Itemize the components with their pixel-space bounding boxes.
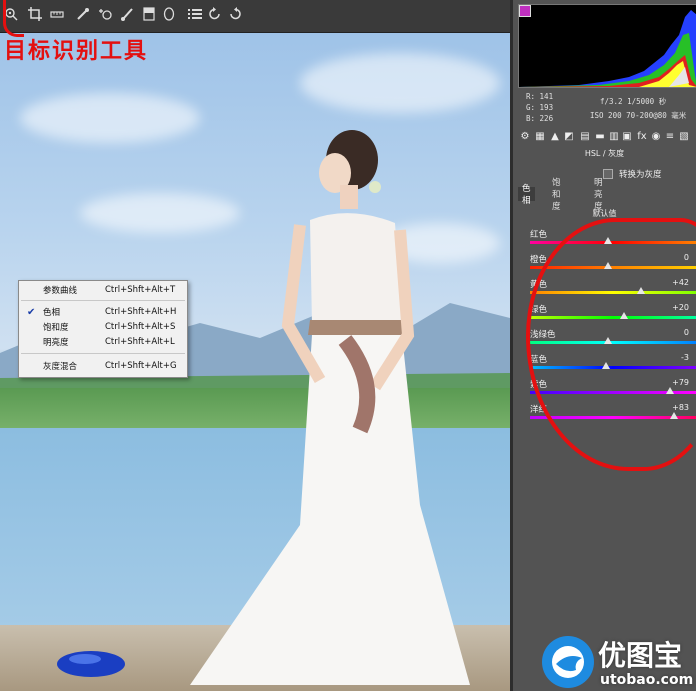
menu-item-luminance[interactable]: 明亮度 Ctrl+Shft+Alt+L [19, 335, 187, 349]
checkbox-label: 转换为灰度 [619, 170, 662, 180]
presets-icon[interactable]: ≡ [664, 130, 676, 142]
aperture-icon[interactable]: ⚙ [519, 130, 531, 142]
radial-filter-icon[interactable] [160, 5, 178, 23]
convert-grayscale-checkbox[interactable]: 转换为灰度 [603, 168, 662, 180]
split-toning-icon[interactable]: ▬ [594, 130, 606, 142]
readout-b: B: 226 [526, 114, 554, 123]
watermark-logo: 优图宝 utobao.com [540, 634, 696, 691]
check-icon: ✔ [27, 306, 36, 318]
histogram [518, 4, 696, 88]
toolbar [0, 0, 510, 33]
tab-saturation[interactable]: 饱和度 [548, 178, 565, 212]
readout-r: R: 141 [526, 92, 554, 101]
histogram-graph [519, 10, 696, 87]
menu-item-grayscale-mix[interactable]: 灰度混合 Ctrl+Shft+Alt+G [19, 359, 187, 373]
menu-item-shortcut: Ctrl+Shft+Alt+G [105, 361, 177, 371]
camera-icon[interactable]: ◉ [650, 130, 662, 142]
mountain-icon[interactable]: ▲ [549, 130, 561, 142]
menu-item-shortcut: Ctrl+Shft+Alt+L [105, 337, 175, 347]
menu-item-hue[interactable]: ✔ 色相 Ctrl+Shft+Alt+H [19, 305, 187, 319]
menu-separator [21, 300, 185, 301]
watermark-brand: 优图宝 [598, 639, 683, 672]
annotation-marker [3, 0, 24, 37]
menu-item-label: 色相 [43, 308, 61, 318]
blue-toy [57, 651, 125, 677]
rotate-cw-icon[interactable] [226, 5, 244, 23]
clipping-warning-icon[interactable] [519, 5, 531, 17]
hsl-icon[interactable]: ▤ [579, 130, 591, 142]
tab-luminance[interactable]: 明亮度 [590, 178, 607, 212]
list-icon[interactable] [186, 5, 204, 23]
menu-item-parametric-curve[interactable]: 参数曲线 Ctrl+Shft+Alt+T [19, 283, 187, 297]
tone-curve-icon[interactable]: ◩ [563, 130, 575, 142]
annotation-title: 目标识别工具 [4, 39, 149, 64]
red-eye-icon[interactable] [96, 5, 114, 23]
menu-item-label: 明亮度 [43, 338, 69, 348]
lens-info: ISO 200 70-200@80 毫米 [590, 111, 687, 120]
lens-corrections-icon[interactable]: ▣ [621, 130, 633, 142]
slider-label-red: 红色 [530, 230, 548, 240]
rotate-ccw-icon[interactable] [206, 5, 224, 23]
menu-item-shortcut: Ctrl+Shft+Alt+T [105, 285, 176, 295]
brush-icon[interactable] [118, 5, 136, 23]
menu-item-label: 参数曲线 [43, 286, 78, 296]
context-menu: 参数曲线 Ctrl+Shft+Alt+T ✔ 色相 Ctrl+Shft+Alt+… [18, 280, 188, 378]
straighten-icon[interactable] [48, 5, 66, 23]
graduated-filter-icon[interactable] [140, 5, 158, 23]
pixel-readout: R: 141 G: 193 B: 226 f/3.2 1/5000 秒 ISO … [518, 90, 696, 126]
spot-removal-icon[interactable] [74, 5, 92, 23]
readout-g: G: 193 [526, 103, 554, 112]
bird-icon [542, 636, 594, 688]
tab-hue[interactable]: 色相 [518, 184, 535, 206]
detail-icon[interactable]: ▥ [608, 130, 620, 142]
grid-icon[interactable]: ▦ [534, 130, 546, 142]
exposure-info: f/3.2 1/5000 秒 [600, 97, 667, 106]
menu-item-label: 灰度混合 [43, 362, 78, 372]
menu-item-label: 饱和度 [43, 323, 69, 333]
watermark-url: utobao.com [600, 672, 694, 688]
crop-icon[interactable] [26, 5, 44, 23]
section-title: HSL / 灰度 [584, 149, 625, 158]
menu-separator [21, 353, 185, 354]
menu-item-shortcut: Ctrl+Shft+Alt+H [105, 307, 177, 317]
panel-tab-icons: ⚙ ▦ ▲ ◩ ▤ ▬ ▥ ▣ fx ◉ ≡ ▧ [513, 128, 696, 144]
menu-item-saturation[interactable]: 饱和度 Ctrl+Shft+Alt+S [19, 320, 187, 334]
menu-item-shortcut: Ctrl+Shft+Alt+S [105, 322, 176, 332]
checkbox-box[interactable] [603, 169, 613, 179]
fx-icon[interactable]: fx [636, 130, 648, 142]
snapshots-icon[interactable]: ▧ [678, 130, 690, 142]
bride-figure [190, 130, 470, 685]
